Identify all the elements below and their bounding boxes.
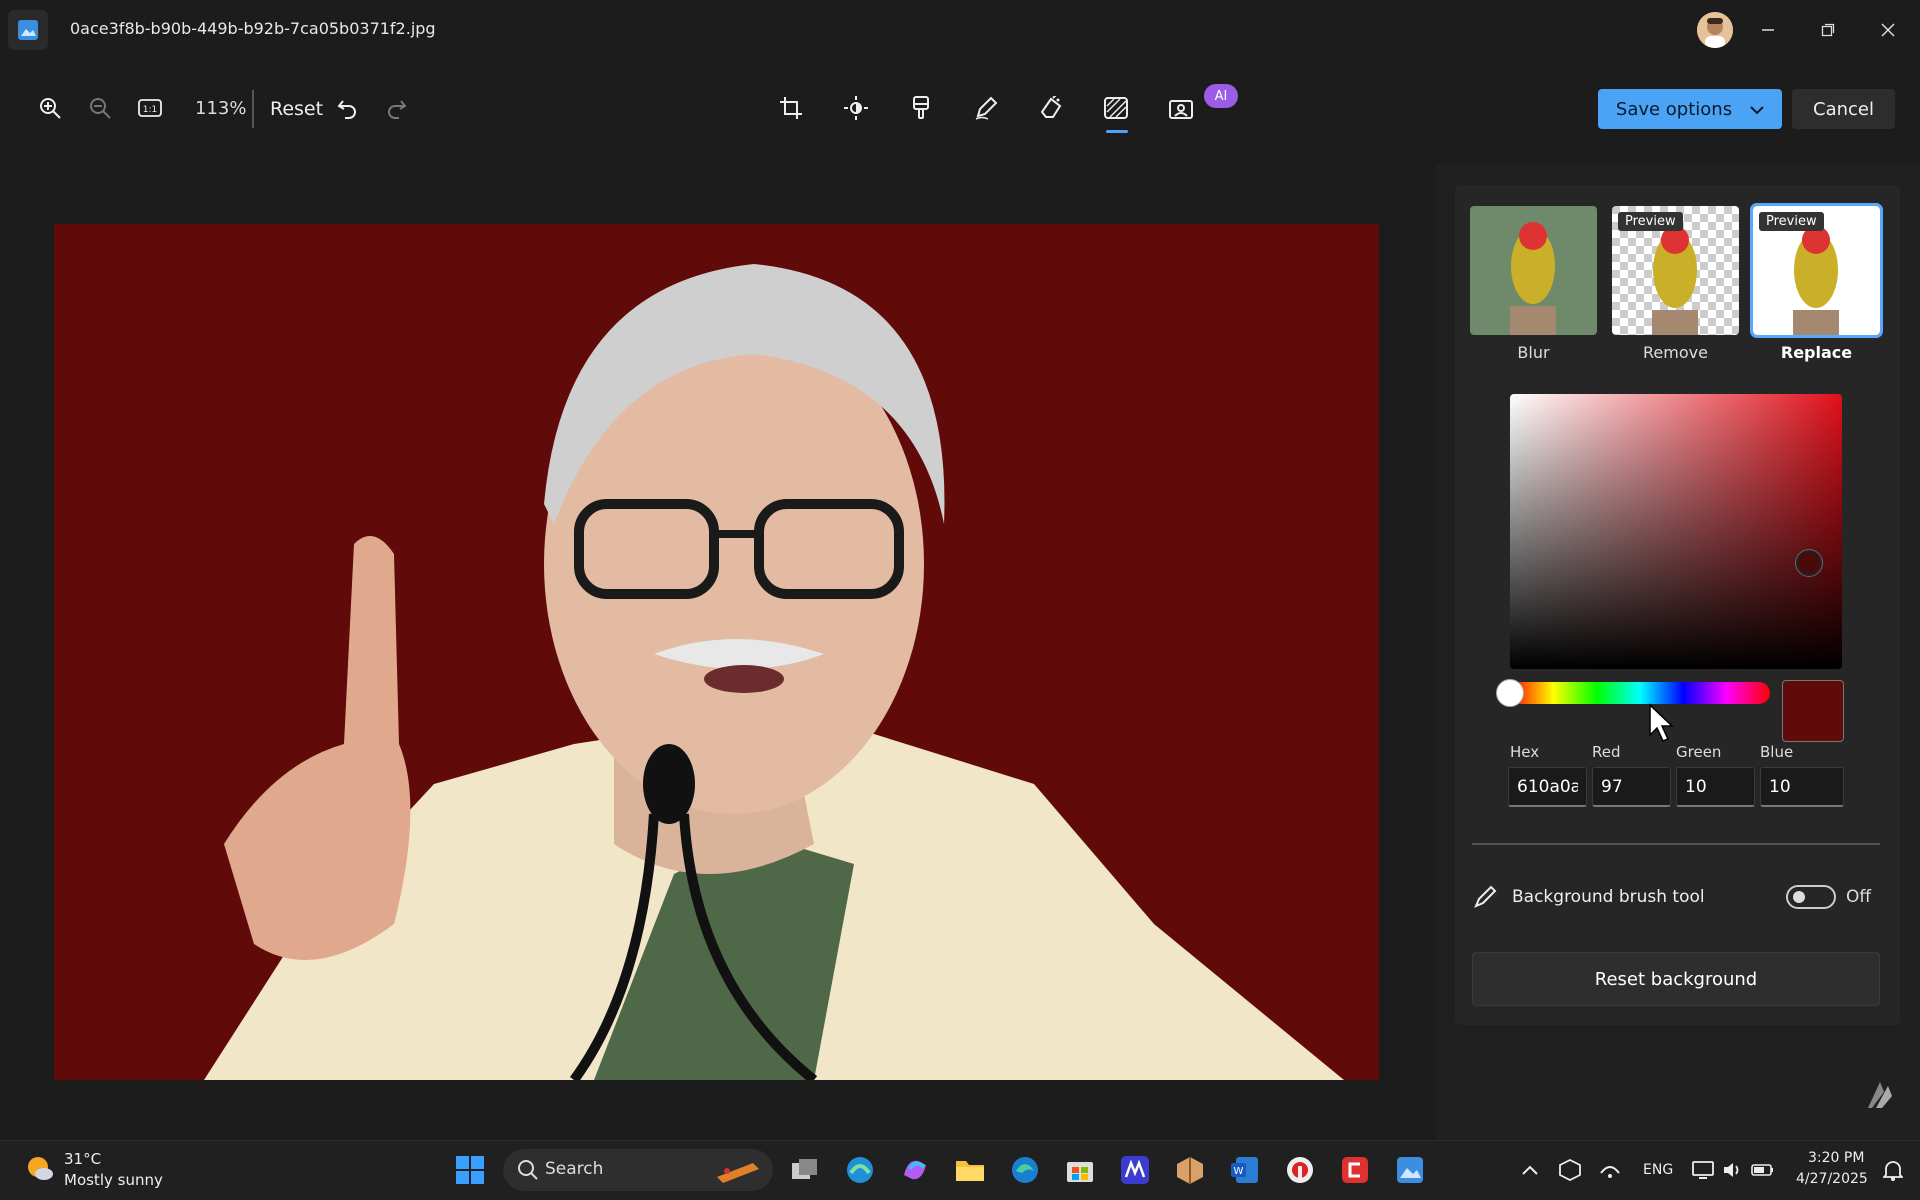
search-icon — [517, 1159, 539, 1185]
generative-edit-icon[interactable] — [1161, 88, 1201, 128]
hex-input[interactable] — [1508, 767, 1587, 807]
background-brush-label: Background brush tool — [1512, 887, 1705, 907]
brush-icon — [1473, 885, 1497, 913]
search-highlight-icon — [713, 1155, 763, 1189]
svg-text:W: W — [1234, 1166, 1244, 1177]
reset-button[interactable]: Reset — [270, 98, 323, 120]
red-label: Red — [1592, 743, 1621, 761]
photos-app-icon — [8, 10, 48, 50]
actual-size-icon[interactable]: 1:1 — [130, 88, 170, 128]
weather-temperature[interactable]: 31°C — [64, 1150, 101, 1168]
preview-tag: Preview — [1618, 212, 1683, 231]
search-label: Search — [545, 1159, 604, 1179]
panel-divider — [1472, 843, 1880, 845]
window-title: 0ace3f8b-b90b-449b-b92b-7ca05b0371f2.jpg — [70, 19, 436, 38]
blur-thumbnail[interactable] — [1470, 206, 1597, 335]
background-brush-toggle[interactable] — [1786, 885, 1836, 909]
toggle-knob — [1793, 891, 1805, 903]
user-avatar[interactable] — [1697, 12, 1733, 48]
chevron-down-icon — [1750, 99, 1764, 120]
color-swatch — [1782, 680, 1844, 742]
color-saturation-picker[interactable] — [1510, 394, 1842, 669]
app-red-icon[interactable] — [1335, 1150, 1375, 1190]
clock-date[interactable]: 4/27/2025 — [1796, 1171, 1868, 1187]
green-label: Green — [1676, 743, 1722, 761]
remove-label: Remove — [1643, 343, 1708, 362]
red-input[interactable] — [1592, 767, 1671, 807]
task-view-icon[interactable] — [785, 1150, 825, 1190]
svg-text:1:1: 1:1 — [143, 105, 157, 115]
battery-icon[interactable] — [1743, 1150, 1783, 1190]
crop-icon[interactable] — [771, 88, 811, 128]
toggle-state-label: Off — [1846, 887, 1872, 907]
network-icon[interactable] — [1590, 1150, 1630, 1190]
reset-background-button[interactable]: Reset background — [1472, 952, 1880, 1006]
background-tool-icon[interactable] — [1096, 88, 1136, 128]
undo-icon[interactable] — [328, 88, 368, 128]
edge-icon[interactable] — [1005, 1150, 1045, 1190]
taskbar-search-box[interactable] — [503, 1149, 773, 1191]
copilot-icon[interactable] — [895, 1150, 935, 1190]
erase-icon[interactable] — [1031, 88, 1071, 128]
edge-beta-icon[interactable] — [840, 1150, 880, 1190]
file-explorer-icon[interactable] — [950, 1150, 990, 1190]
edited-photo[interactable] — [54, 224, 1379, 1080]
chevron-up-icon[interactable] — [1510, 1150, 1550, 1190]
photos-taskbar-icon[interactable] — [1390, 1150, 1430, 1190]
cancel-button[interactable]: Cancel — [1792, 89, 1895, 129]
microsoft-store-icon[interactable] — [1060, 1150, 1100, 1190]
replace-thumbnail[interactable]: Preview — [1750, 203, 1883, 338]
app-m-icon[interactable] — [1115, 1150, 1155, 1190]
copilot-side-icon[interactable] — [1862, 1078, 1896, 1116]
zoom-out-icon[interactable] — [80, 88, 120, 128]
adjust-brightness-icon[interactable] — [836, 88, 876, 128]
mouse-cursor — [1648, 703, 1676, 747]
minimize-icon[interactable] — [1748, 10, 1788, 50]
language-indicator[interactable]: ENG — [1643, 1162, 1673, 1178]
zoom-in-icon[interactable] — [30, 88, 70, 128]
hue-slider[interactable] — [1510, 682, 1770, 704]
toolbar-divider — [252, 90, 254, 128]
preview-tag: Preview — [1759, 212, 1824, 231]
color-picker-handle[interactable] — [1796, 550, 1822, 576]
save-options-label: Save options — [1615, 98, 1733, 120]
weather-description[interactable]: Mostly sunny — [64, 1171, 163, 1189]
blue-label: Blue — [1760, 743, 1794, 761]
zoom-level: 113% — [195, 98, 247, 119]
hue-slider-handle[interactable] — [1496, 679, 1524, 707]
green-input[interactable] — [1676, 767, 1755, 807]
maximize-icon[interactable] — [1808, 10, 1848, 50]
ai-badge: AI — [1204, 84, 1238, 108]
remove-thumbnail[interactable]: Preview — [1612, 206, 1739, 335]
markup-pen-icon[interactable] — [966, 88, 1006, 128]
active-tool-indicator — [1106, 130, 1128, 133]
notification-bell-icon[interactable] — [1873, 1150, 1913, 1190]
blue-input[interactable] — [1760, 767, 1844, 807]
app-box-icon[interactable] — [1170, 1150, 1210, 1190]
blur-label: Blur — [1517, 343, 1550, 362]
word-icon[interactable]: W — [1225, 1150, 1265, 1190]
redo-icon[interactable] — [376, 88, 416, 128]
tray-app-icon[interactable] — [1550, 1150, 1590, 1190]
close-icon[interactable] — [1868, 10, 1908, 50]
replace-label: Replace — [1780, 343, 1853, 362]
filter-icon[interactable] — [901, 88, 941, 128]
clock-time[interactable]: 3:20 PM — [1808, 1150, 1864, 1166]
weather-sun-icon[interactable] — [24, 1153, 54, 1183]
save-options-button[interactable]: Save options — [1598, 89, 1782, 129]
hex-label: Hex — [1510, 743, 1540, 761]
app-circle-icon[interactable] — [1280, 1150, 1320, 1190]
windows-start-icon[interactable] — [450, 1150, 490, 1190]
